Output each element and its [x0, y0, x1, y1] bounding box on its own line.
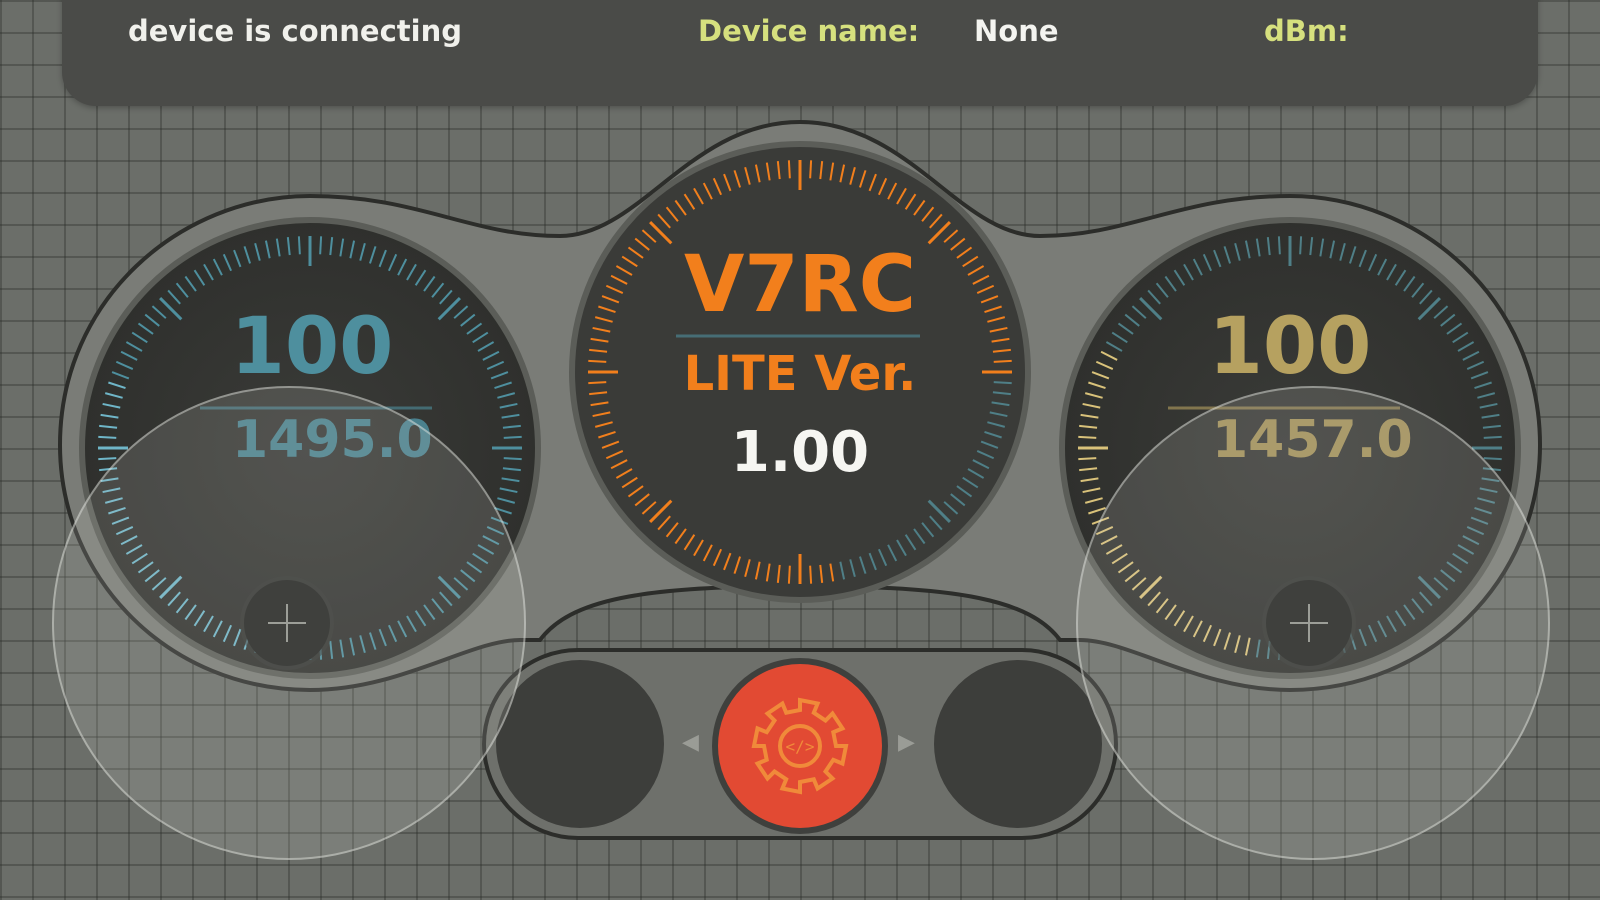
- settings-button[interactable]: </>: [718, 664, 882, 828]
- dial-tick: [1483, 457, 1502, 461]
- dial-tick: [503, 457, 522, 461]
- dial-tick: [297, 236, 301, 255]
- dial-tick: [993, 359, 1012, 363]
- dial-tick: [503, 435, 522, 439]
- dial-tick: [787, 565, 791, 584]
- dial-tick: [1078, 435, 1097, 439]
- svg-text:</>: </>: [786, 737, 815, 756]
- plus-icon: [1286, 600, 1332, 646]
- left-pad-button[interactable]: [496, 660, 664, 828]
- dial-tick: [588, 381, 607, 385]
- app-subtitle: LITE Ver.: [683, 346, 917, 402]
- dial-tick: [809, 565, 813, 584]
- dial-tick: [993, 381, 1012, 385]
- gear-code-icon: </>: [751, 697, 849, 795]
- dial-tick: [809, 160, 813, 179]
- chevron-right-icon[interactable]: ▶: [898, 730, 915, 755]
- dial-tick: [1299, 236, 1303, 255]
- app-version: 1.00: [730, 420, 870, 485]
- dial-tick: [98, 457, 117, 461]
- right-pad-button[interactable]: [934, 660, 1102, 828]
- plus-icon: [264, 600, 310, 646]
- left-gauge-percent: 100: [230, 302, 394, 392]
- dial-tick: [588, 359, 607, 363]
- dial-tick: [1078, 457, 1097, 461]
- dial-tick: [787, 160, 791, 179]
- right-joystick-knob[interactable]: [1266, 580, 1352, 666]
- dial-tick: [1483, 435, 1502, 439]
- app-title: V7RC: [684, 240, 916, 330]
- dial-tick: [1277, 236, 1281, 255]
- dial-tick: [319, 236, 323, 255]
- dial-tick: [98, 435, 117, 439]
- right-gauge-percent: 100: [1208, 302, 1372, 392]
- chevron-left-icon[interactable]: ◀: [682, 730, 699, 755]
- left-joystick-knob[interactable]: [244, 580, 330, 666]
